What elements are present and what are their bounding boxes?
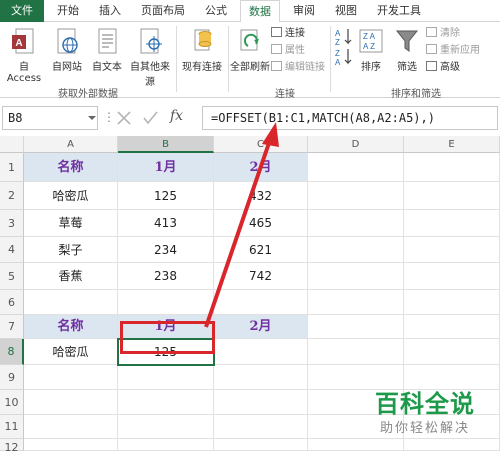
annotation-arrow: [204, 122, 279, 328]
watermark-subtitle: 助你轻松解决: [379, 421, 470, 436]
watermark-title: 百科全说: [375, 390, 475, 418]
watermark: 百科全说 助你轻松解决: [360, 389, 490, 445]
